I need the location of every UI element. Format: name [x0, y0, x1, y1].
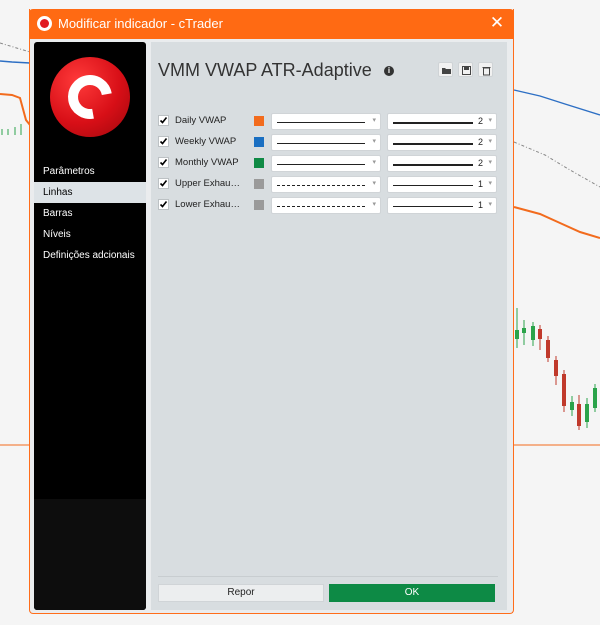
indicator-title: VMM VWAP ATR-Adaptive	[158, 60, 372, 80]
line-width-dropdown[interactable]: 2 ▾	[387, 134, 497, 151]
close-button[interactable]: ✕	[487, 13, 507, 33]
line-label: Weekly VWAP	[175, 136, 237, 147]
line-checkbox[interactable]	[158, 157, 169, 168]
line-color-swatch[interactable]	[254, 158, 264, 168]
line-width-dropdown[interactable]: 2 ▾	[387, 113, 497, 130]
sidebar-item-linhas[interactable]: Linhas	[34, 182, 146, 203]
sidebar-item-definicoes-adcionais[interactable]: Definições adcionais	[34, 245, 146, 266]
line-style-dropdown[interactable]: ▾	[271, 176, 381, 193]
line-width-dropdown[interactable]: 1 ▾	[387, 176, 497, 193]
line-checkbox[interactable]	[158, 136, 169, 147]
ctrader-logo-icon	[37, 16, 52, 31]
ctrader-logo-icon	[50, 57, 130, 137]
line-color-swatch[interactable]	[254, 179, 264, 189]
trash-icon	[482, 67, 491, 76]
line-row: Upper Exhau… ▾ 1 ▾	[158, 176, 498, 193]
sidebar: Parâmetros Linhas Barras Níveis Definiçõ…	[34, 42, 146, 610]
save-icon	[462, 66, 471, 75]
line-style-dropdown[interactable]: ▾	[271, 134, 381, 151]
delete-button[interactable]	[478, 62, 493, 77]
line-checkbox[interactable]	[158, 115, 169, 126]
reset-button[interactable]: Repor	[158, 584, 324, 602]
line-style-dropdown[interactable]: ▾	[271, 113, 381, 130]
line-checkbox[interactable]	[158, 199, 169, 210]
lines-panel: VMM VWAP ATR-Adaptive i Daily VWAP ▾ 2 ▾ …	[151, 42, 507, 610]
line-style-dropdown[interactable]: ▾	[271, 197, 381, 214]
line-width-dropdown[interactable]: 2 ▾	[387, 155, 497, 172]
line-label: Daily VWAP	[175, 115, 227, 126]
sidebar-footer	[34, 499, 146, 610]
info-icon[interactable]: i	[384, 66, 394, 76]
sidebar-item-parametros[interactable]: Parâmetros	[34, 161, 146, 182]
title-bar[interactable]: Modificar indicador - cTrader ✕	[29, 9, 514, 39]
sidebar-item-barras[interactable]: Barras	[34, 203, 146, 224]
line-style-dropdown[interactable]: ▾	[271, 155, 381, 172]
line-row: Weekly VWAP ▾ 2 ▾	[158, 134, 498, 151]
line-width-dropdown[interactable]: 1 ▾	[387, 197, 497, 214]
line-row: Daily VWAP ▾ 2 ▾	[158, 113, 498, 130]
window-title: Modificar indicador - cTrader	[58, 16, 223, 31]
line-checkbox[interactable]	[158, 178, 169, 189]
line-color-swatch[interactable]	[254, 137, 264, 147]
modify-indicator-dialog: Modificar indicador - cTrader ✕ Parâmetr…	[29, 9, 514, 614]
sidebar-item-niveis[interactable]: Níveis	[34, 224, 146, 245]
line-label: Upper Exhau…	[175, 178, 240, 189]
footer-divider	[158, 576, 498, 577]
line-color-swatch[interactable]	[254, 116, 264, 126]
open-folder-icon	[442, 68, 451, 74]
line-row: Monthly VWAP ▾ 2 ▾	[158, 155, 498, 172]
line-label: Lower Exhau…	[175, 199, 240, 210]
line-color-swatch[interactable]	[254, 200, 264, 210]
line-label: Monthly VWAP	[175, 157, 239, 168]
open-folder-button[interactable]	[438, 62, 453, 77]
line-row: Lower Exhau… ▾ 1 ▾	[158, 197, 498, 214]
ok-button[interactable]: OK	[329, 584, 495, 602]
save-button[interactable]	[458, 62, 473, 77]
sidebar-nav: Parâmetros Linhas Barras Níveis Definiçõ…	[34, 161, 146, 266]
